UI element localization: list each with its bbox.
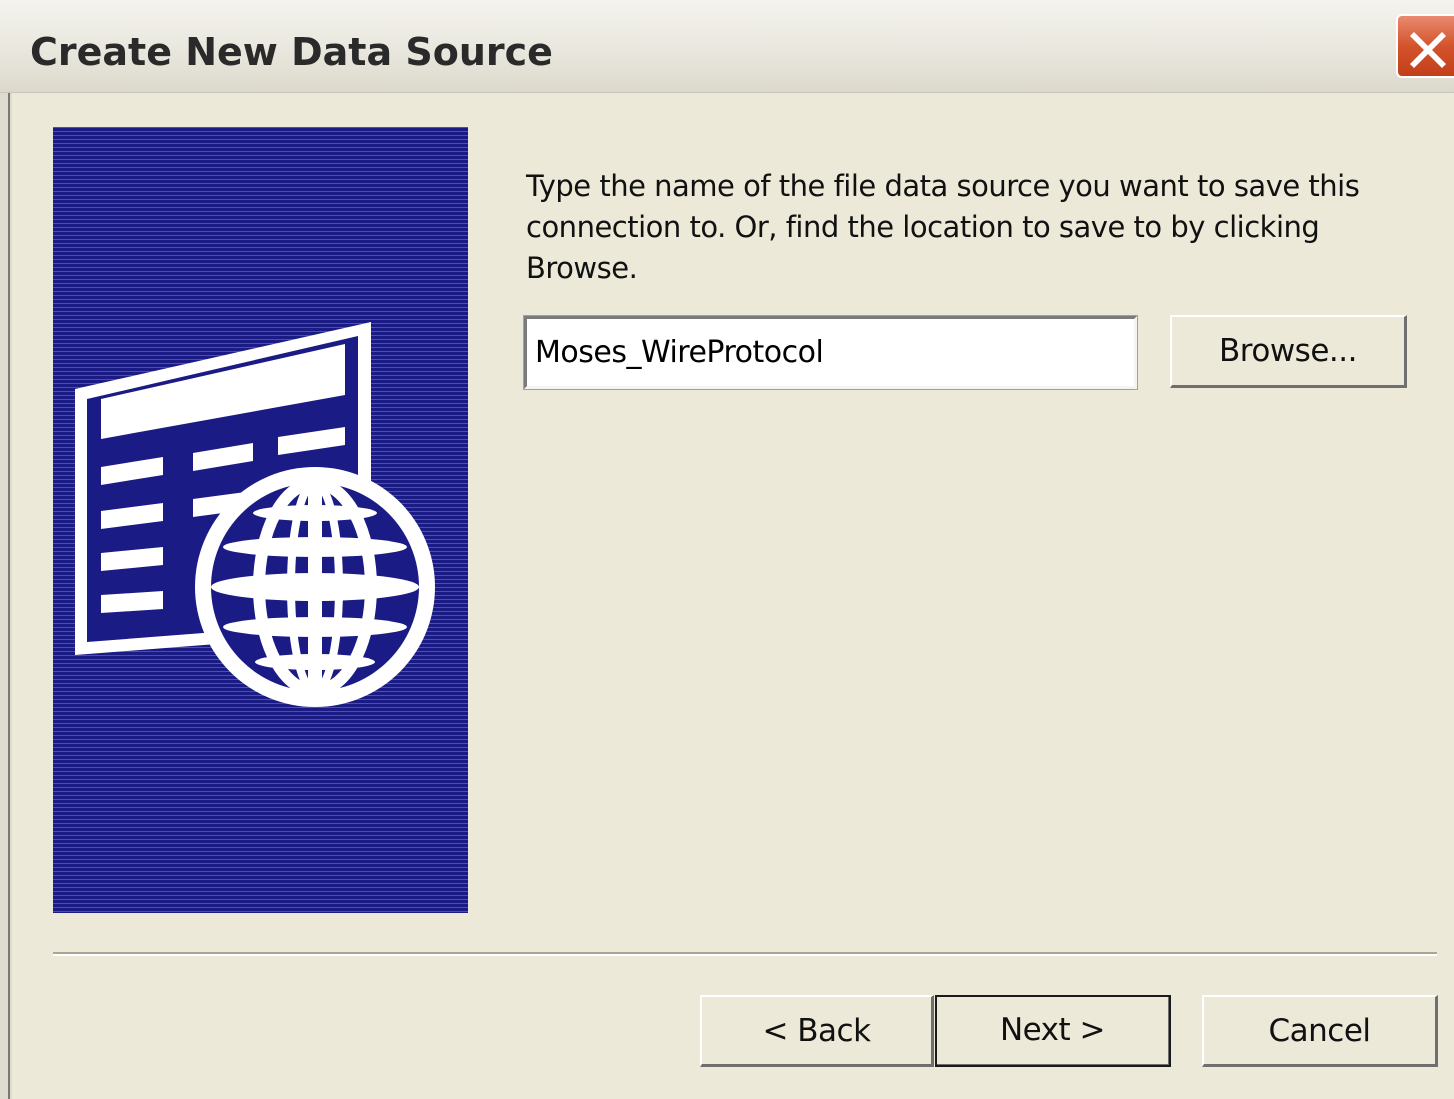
data-source-name-input[interactable] (523, 315, 1138, 390)
window-title: Create New Data Source (30, 30, 553, 74)
cancel-button[interactable]: Cancel (1202, 995, 1438, 1067)
browse-button[interactable]: Browse... (1170, 315, 1407, 388)
title-bar[interactable]: Create New Data Source (0, 0, 1454, 93)
back-button[interactable]: < Back (700, 995, 934, 1067)
instruction-text: Type the name of the file data source yo… (526, 169, 1360, 285)
next-button[interactable]: Next > (935, 995, 1171, 1067)
window-left-border (0, 0, 12, 1099)
data-source-globe-illustration (75, 322, 435, 707)
footer-separator (53, 952, 1437, 956)
create-new-data-source-dialog: Create New Data Source Type the name of … (0, 0, 1454, 1099)
wizard-banner (53, 127, 468, 913)
close-button[interactable] (1396, 14, 1454, 78)
close-icon (1410, 32, 1446, 68)
